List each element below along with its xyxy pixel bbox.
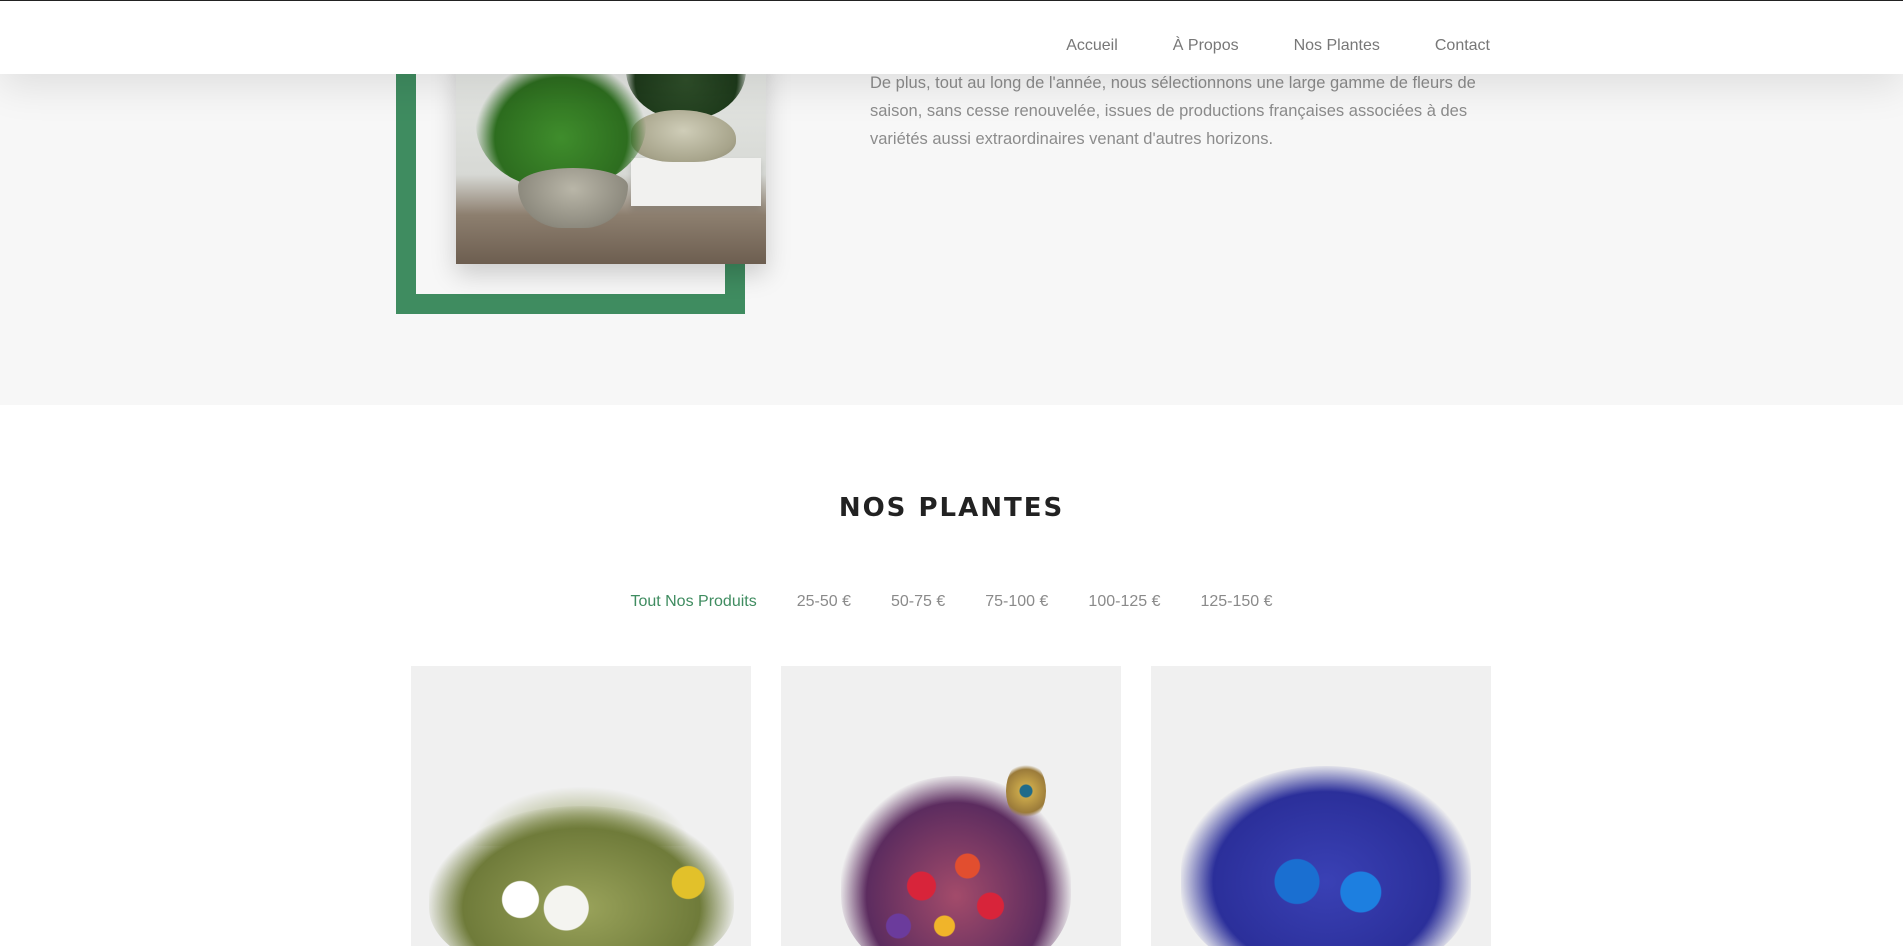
filter-125-150[interactable]: 125-150 € [1200, 593, 1272, 611]
peacock-feather [1006, 761, 1046, 821]
filter-all-products[interactable]: Tout Nos Produits [630, 593, 756, 611]
nav-item-a-propos[interactable]: À Propos [1173, 37, 1239, 55]
product-image-bouquet [1181, 766, 1471, 946]
nav-item-accueil[interactable]: Accueil [1066, 37, 1118, 55]
about-paragraph: De plus, tout au long de l'année, nous s… [870, 74, 1476, 148]
nav-item-contact[interactable]: Contact [1435, 37, 1490, 55]
pot-shape [631, 110, 736, 162]
price-filter-bar: Tout Nos Produits 25-50 € 50-75 € 75-100… [0, 593, 1903, 611]
filter-25-50[interactable]: 25-50 € [797, 593, 851, 611]
nav-item-nos-plantes[interactable]: Nos Plantes [1294, 37, 1380, 55]
product-card[interactable] [1151, 666, 1491, 946]
filter-75-100[interactable]: 75-100 € [985, 593, 1048, 611]
main-nav: Accueil À Propos Nos Plantes Contact [1066, 37, 1490, 55]
filter-100-125[interactable]: 100-125 € [1088, 593, 1160, 611]
section-title: NOS PLANTES [838, 493, 1065, 523]
product-card[interactable] [781, 666, 1121, 946]
product-grid [411, 666, 1491, 946]
pedestal-shape [631, 158, 761, 206]
site-header: Accueil À Propos Nos Plantes Contact [0, 0, 1903, 74]
filter-50-75[interactable]: 50-75 € [891, 593, 945, 611]
pot-shape [518, 168, 628, 228]
product-card[interactable] [411, 666, 751, 946]
